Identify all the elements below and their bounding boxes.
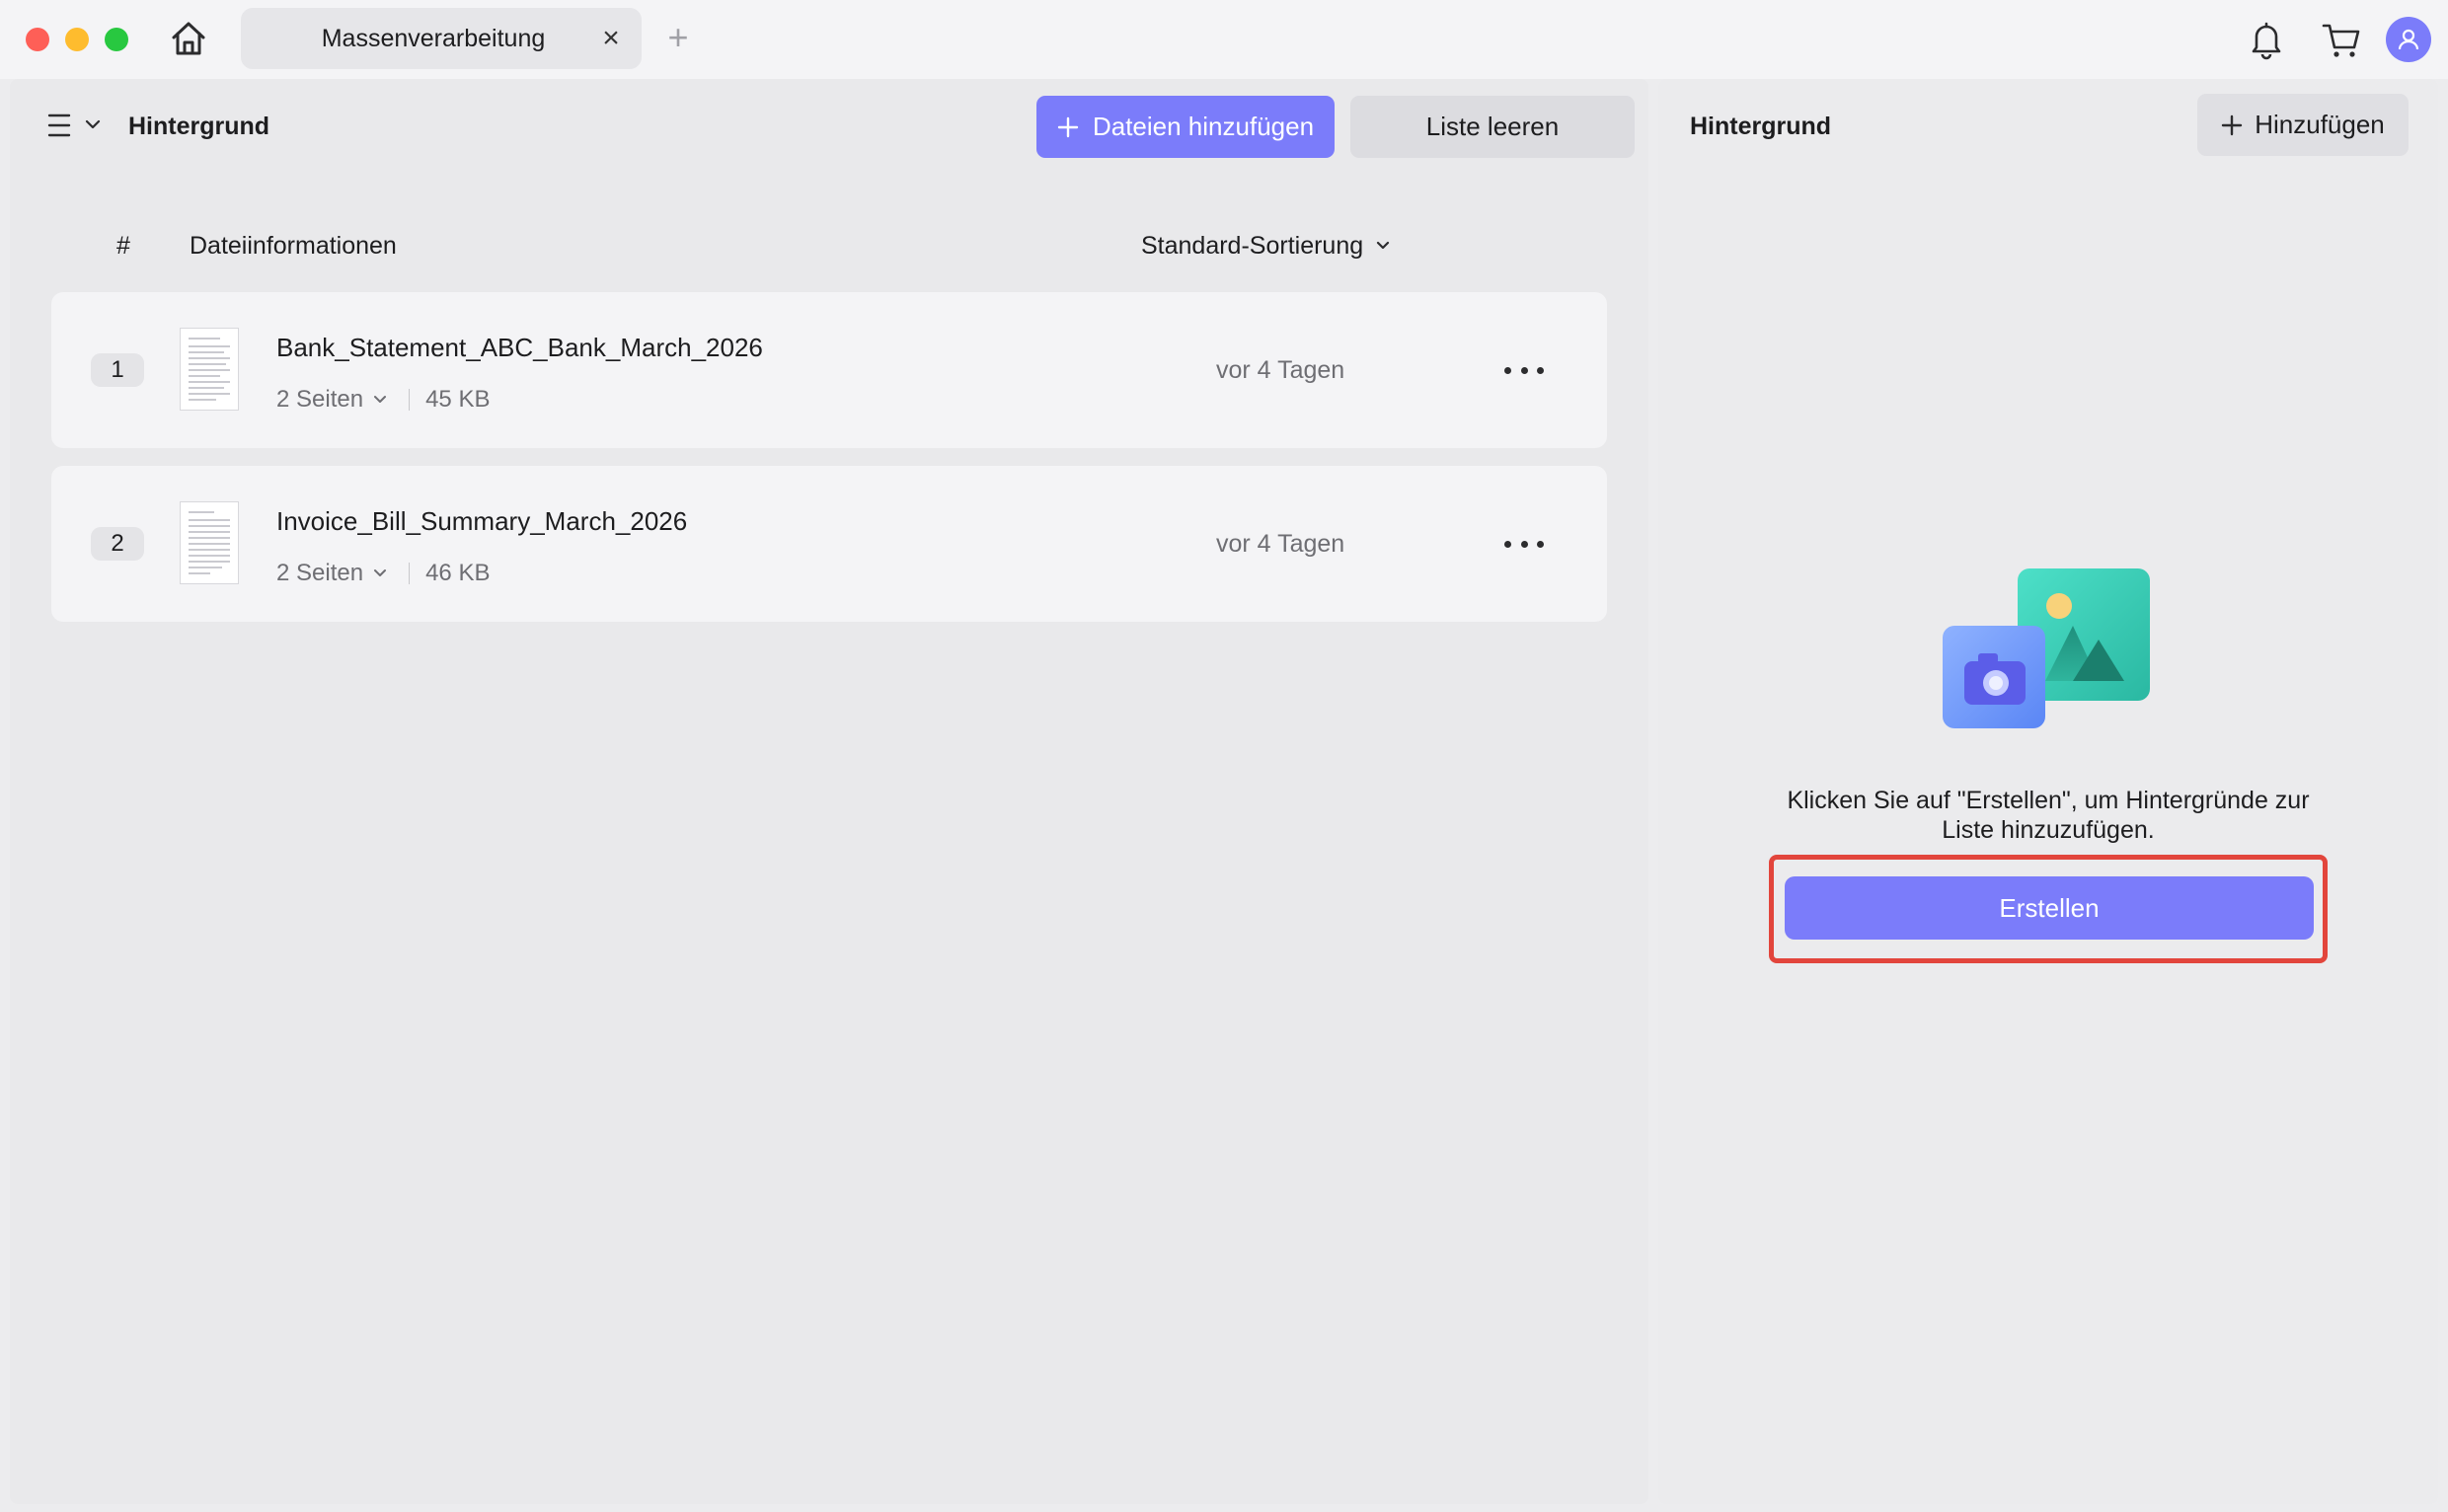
notifications-button[interactable] <box>2247 18 2286 61</box>
tab-close-icon[interactable]: × <box>598 24 624 53</box>
bell-icon <box>2252 22 2281 60</box>
menu-icon <box>47 113 71 137</box>
window-zoom-button[interactable] <box>105 28 128 51</box>
file-name: Invoice_Bill_Summary_March_2026 <box>276 506 688 536</box>
pages-dropdown[interactable]: 2 Seiten <box>276 557 363 590</box>
more-options-button[interactable] <box>1504 353 1544 387</box>
right-panel-title: Hintergrund <box>1690 113 1832 140</box>
add-files-label: Dateien hinzufügen <box>1092 112 1315 141</box>
file-meta: 2 Seiten 46 KB <box>276 557 490 590</box>
more-icon <box>1504 540 1511 548</box>
tab-label: Massenverarbeitung <box>321 25 546 52</box>
chevron-down-icon[interactable] <box>373 393 387 407</box>
more-icon <box>1504 366 1511 374</box>
home-button[interactable] <box>166 16 211 61</box>
user-avatar[interactable] <box>2386 17 2431 62</box>
file-row[interactable]: 1 Bank_Statement_ABC_Bank_March_2026 2 S… <box>51 292 1607 448</box>
column-header-number: # <box>116 232 130 260</box>
tab-massenverarbeitung[interactable]: Massenverarbeitung × <box>241 8 642 69</box>
row-index: 1 <box>91 353 144 387</box>
new-tab-button[interactable]: + <box>663 20 693 59</box>
menu-button[interactable] <box>47 111 71 140</box>
file-name: Bank_Statement_ABC_Bank_March_2026 <box>276 333 763 362</box>
column-header-info: Dateiinformationen <box>190 232 397 260</box>
sort-dropdown[interactable]: Standard-Sortierung <box>1141 229 1391 263</box>
file-date: vor 4 Tagen <box>1216 530 1345 558</box>
menu-chevron-button[interactable] <box>85 116 101 132</box>
plus-icon <box>2222 114 2243 135</box>
file-meta: 2 Seiten 45 KB <box>276 383 490 416</box>
chevron-down-icon[interactable] <box>373 567 387 580</box>
cart-icon <box>2322 24 2360 57</box>
meta-divider <box>409 563 411 584</box>
window-minimize-button[interactable] <box>65 28 89 51</box>
home-icon <box>172 22 205 55</box>
cart-button[interactable] <box>2320 18 2363 61</box>
add-files-button[interactable]: Dateien hinzufügen <box>1036 96 1335 158</box>
sort-label: Standard-Sortierung <box>1141 232 1364 260</box>
meta-divider <box>409 389 411 411</box>
file-row[interactable]: 2 Invoice_Bill_Summary_March_2026 2 Seit… <box>51 466 1607 622</box>
file-size: 46 KB <box>425 560 491 586</box>
pages-dropdown[interactable]: 2 Seiten <box>276 383 363 416</box>
document-thumbnail <box>180 501 239 584</box>
create-button[interactable]: Erstellen <box>1785 876 2314 940</box>
document-thumbnail <box>180 328 239 411</box>
left-panel-title: Hintergrund <box>128 113 270 140</box>
file-size: 45 KB <box>425 386 491 413</box>
row-index: 2 <box>91 527 144 561</box>
chevron-down-icon <box>1377 241 1390 250</box>
plus-icon <box>1057 116 1079 137</box>
more-options-button[interactable] <box>1504 527 1544 561</box>
image-camera-illustration <box>1935 563 2162 750</box>
file-date: vor 4 Tagen <box>1216 356 1345 384</box>
user-icon <box>2398 29 2419 50</box>
add-background-button[interactable]: Hinzufügen <box>2197 94 2409 156</box>
chevron-down-icon <box>85 119 101 129</box>
add-background-label: Hinzufügen <box>2255 110 2385 139</box>
clear-list-button[interactable]: Liste leeren <box>1350 96 1635 158</box>
window-close-button[interactable] <box>26 28 49 51</box>
empty-state-message: Klicken Sie auf "Erstellen", um Hintergr… <box>1787 787 2310 844</box>
